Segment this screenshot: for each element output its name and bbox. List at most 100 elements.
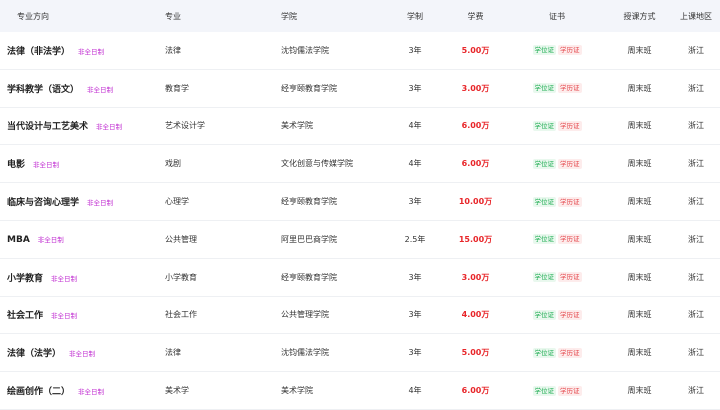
fee-cell: 15.00万 <box>458 234 493 244</box>
years-cell: 3年 <box>408 197 422 207</box>
school-cell: 经亨颐教育学院 <box>281 83 337 93</box>
direction-cell: 学科教学（语文） 非全日制 <box>0 82 157 95</box>
education-cert-badge: 学历证 <box>558 158 582 169</box>
region-cell: 浙江 <box>688 348 704 358</box>
fee-cell: 3.00万 <box>461 272 490 282</box>
header-direction: 专业方向 <box>17 11 49 21</box>
table-row[interactable]: 法律（法学） 非全日制 法律 沈钧儒法学院 3年 5.00万 学位证 学历证 周末班… <box>0 334 720 373</box>
certs-cell: 学位证 学历证 <box>507 234 607 245</box>
degree-cert-badge: 学位证 <box>532 385 556 396</box>
certs-cell: 学位证 学历证 <box>507 347 607 358</box>
region-cell: 浙江 <box>688 83 704 93</box>
education-cert-badge: 学历证 <box>558 45 582 56</box>
region-cell: 浙江 <box>688 121 704 131</box>
school-cell: 沈钧儒法学院 <box>281 348 329 358</box>
table-row[interactable]: 法律（非法学） 非全日制 法律 沈钧儒法学院 3年 5.00万 学位证 学历证 周末… <box>0 32 720 70</box>
years-cell: 3年 <box>408 348 422 358</box>
years-cell: 4年 <box>408 159 422 169</box>
degree-cert-badge: 学位证 <box>532 234 556 245</box>
direction-cell: 社会工作 非全日制 <box>0 308 157 321</box>
table-row[interactable]: 小学教育 非全日制 小学教育 经亨颐教育学院 3年 3.00万 学位证 学历证 周末… <box>0 259 720 297</box>
direction-cell: MBA 非全日制 <box>0 234 157 245</box>
direction-name[interactable]: 法律（非法学） <box>7 47 70 57</box>
fee-cell: 4.00万 <box>461 310 490 320</box>
program-table: 专业方向 专业 学院 学制 学费 证书 授课方式 上课地区 法律（非法学） 非全日… <box>0 0 720 410</box>
major-cell: 社会工作 <box>165 310 197 320</box>
direction-name[interactable]: 社会工作 <box>7 311 43 321</box>
certs-cell: 学位证 学历证 <box>507 120 607 131</box>
major-cell: 美术学 <box>165 386 189 396</box>
direction-name[interactable]: 临床与咨询心理学 <box>7 198 79 208</box>
direction-cell: 电影 非全日制 <box>0 157 157 170</box>
direction-cell: 法律（非法学） 非全日制 <box>0 44 157 57</box>
table-row[interactable]: 学科教学（语文） 非全日制 教育学 经亨颐教育学院 3年 3.00万 学位证 学历证… <box>0 70 720 108</box>
major-cell: 教育学 <box>165 83 189 93</box>
fee-cell: 10.00万 <box>458 197 493 207</box>
study-mode-tag: 非全日制 <box>96 123 123 132</box>
study-mode-tag: 非全日制 <box>78 47 105 56</box>
mode-cell: 周末班 <box>627 272 652 282</box>
certs-cell: 学位证 学历证 <box>507 385 607 396</box>
fee-cell: 6.00万 <box>461 386 490 396</box>
school-cell: 文化创意与传媒学院 <box>281 159 353 169</box>
region-cell: 浙江 <box>688 45 704 55</box>
direction-cell: 法律（法学） 非全日制 <box>0 346 157 359</box>
certs-cell: 学位证 学历证 <box>507 83 607 94</box>
education-cert-badge: 学历证 <box>558 347 582 358</box>
years-cell: 3年 <box>408 45 422 55</box>
school-cell: 沈钧儒法学院 <box>281 45 329 55</box>
education-cert-badge: 学历证 <box>558 120 582 131</box>
degree-cert-badge: 学位证 <box>532 196 556 207</box>
education-cert-badge: 学历证 <box>558 234 582 245</box>
table-header: 专业方向 专业 学院 学制 学费 证书 授课方式 上课地区 <box>0 0 720 32</box>
mode-cell: 周末班 <box>627 348 652 358</box>
direction-name[interactable]: 绘画创作（二） <box>7 387 70 397</box>
mode-cell: 周末班 <box>627 386 652 396</box>
study-mode-tag: 非全日制 <box>87 199 114 208</box>
direction-cell: 当代设计与工艺美术 非全日制 <box>0 119 157 132</box>
mode-cell: 周末班 <box>627 159 652 169</box>
region-cell: 浙江 <box>688 310 704 320</box>
education-cert-badge: 学历证 <box>558 83 582 94</box>
direction-name[interactable]: 学科教学（语文） <box>7 85 79 95</box>
table-row[interactable]: 当代设计与工艺美术 非全日制 艺术设计学 美术学院 4年 6.00万 学位证 学历证… <box>0 108 720 146</box>
direction-name[interactable]: 当代设计与工艺美术 <box>7 122 88 132</box>
table-row[interactable]: 临床与咨询心理学 非全日制 心理学 经亨颐教育学院 3年 10.00万 学位证 学历… <box>0 183 720 221</box>
major-cell: 法律 <box>165 45 181 55</box>
study-mode-tag: 非全日制 <box>69 350 96 359</box>
direction-name[interactable]: MBA <box>7 235 30 245</box>
school-cell: 经亨颐教育学院 <box>281 197 337 207</box>
degree-cert-badge: 学位证 <box>532 158 556 169</box>
direction-name[interactable]: 小学教育 <box>7 274 43 284</box>
years-cell: 4年 <box>408 121 422 131</box>
region-cell: 浙江 <box>688 272 704 282</box>
table-row[interactable]: 绘画创作（二） 非全日制 美术学 美术学院 4年 6.00万 学位证 学历证 周末班… <box>0 372 720 410</box>
years-cell: 4年 <box>408 386 422 396</box>
certs-cell: 学位证 学历证 <box>507 45 607 56</box>
header-fee: 学费 <box>467 11 484 21</box>
region-cell: 浙江 <box>688 234 704 244</box>
table-row[interactable]: 社会工作 非全日制 社会工作 公共管理学院 3年 4.00万 学位证 学历证 周末班… <box>0 297 720 335</box>
direction-cell: 临床与咨询心理学 非全日制 <box>0 195 157 208</box>
school-cell: 美术学院 <box>281 386 313 396</box>
direction-name[interactable]: 法律（法学） <box>7 349 61 359</box>
table-row[interactable]: 电影 非全日制 戏剧 文化创意与传媒学院 4年 6.00万 学位证 学历证 周末班 … <box>0 145 720 184</box>
education-cert-badge: 学历证 <box>558 385 582 396</box>
major-cell: 法律 <box>165 348 181 358</box>
table-row[interactable]: MBA 非全日制 公共管理 阿里巴巴商学院 2.5年 15.00万 学位证 学历证 … <box>0 221 720 259</box>
direction-cell: 绘画创作（二） 非全日制 <box>0 384 157 397</box>
direction-name[interactable]: 电影 <box>7 160 25 170</box>
study-mode-tag: 非全日制 <box>33 161 60 170</box>
years-cell: 3年 <box>408 310 422 320</box>
degree-cert-badge: 学位证 <box>532 272 556 283</box>
major-cell: 心理学 <box>165 197 189 207</box>
certs-cell: 学位证 学历证 <box>507 309 607 320</box>
major-cell: 公共管理 <box>165 234 197 244</box>
years-cell: 2.5年 <box>404 234 426 244</box>
major-cell: 艺术设计学 <box>165 121 205 131</box>
education-cert-badge: 学历证 <box>558 272 582 283</box>
region-cell: 浙江 <box>688 386 704 396</box>
certs-cell: 学位证 学历证 <box>507 158 607 169</box>
certs-cell: 学位证 学历证 <box>507 196 607 207</box>
major-cell: 戏剧 <box>165 159 181 169</box>
